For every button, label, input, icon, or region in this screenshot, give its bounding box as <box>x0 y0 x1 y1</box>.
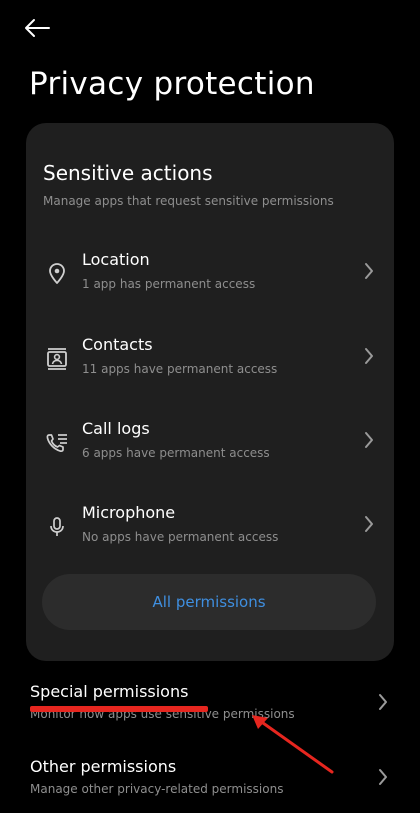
permission-description: No apps have permanent access <box>82 530 279 544</box>
permission-label: Call logs <box>82 419 150 438</box>
section-description: Manage other privacy-related permissions <box>30 782 284 796</box>
section-label: Other permissions <box>30 757 177 776</box>
permission-row-call-logs[interactable]: Call logs 6 apps have permanent access <box>26 416 394 476</box>
annotation-underline <box>30 706 208 712</box>
chevron-right-icon <box>365 348 373 364</box>
microphone-icon <box>44 514 70 540</box>
arrow-left-icon <box>25 19 50 37</box>
location-pin-icon <box>44 261 70 287</box>
permission-description: 6 apps have permanent access <box>82 446 270 460</box>
call-log-icon <box>44 430 70 456</box>
permission-row-location[interactable]: Location 1 app has permanent access <box>26 247 394 307</box>
card-subtitle: Manage apps that request sensitive permi… <box>43 194 334 208</box>
sensitive-actions-card: Sensitive actions Manage apps that reque… <box>26 123 394 661</box>
permission-label: Location <box>82 250 150 269</box>
permission-label: Microphone <box>82 503 176 522</box>
chevron-right-icon <box>379 694 387 710</box>
permission-description: 1 app has permanent access <box>82 277 256 291</box>
page-title: Privacy protection <box>29 66 315 102</box>
permission-row-microphone[interactable]: Microphone No apps have permanent access <box>26 500 394 560</box>
chevron-right-icon <box>365 432 373 448</box>
chevron-right-icon <box>365 516 373 532</box>
all-permissions-button[interactable]: All permissions <box>42 574 376 630</box>
contacts-icon <box>44 346 70 372</box>
permission-row-contacts[interactable]: Contacts 11 apps have permanent access <box>26 332 394 392</box>
permission-label: Contacts <box>82 335 153 354</box>
permission-description: 11 apps have permanent access <box>82 362 278 376</box>
annotation-arrow-icon <box>252 715 334 774</box>
chevron-right-icon <box>365 263 373 279</box>
section-label: Special permissions <box>30 682 189 701</box>
chevron-right-icon <box>379 769 387 785</box>
back-button[interactable] <box>24 10 64 46</box>
card-title: Sensitive actions <box>43 161 213 185</box>
